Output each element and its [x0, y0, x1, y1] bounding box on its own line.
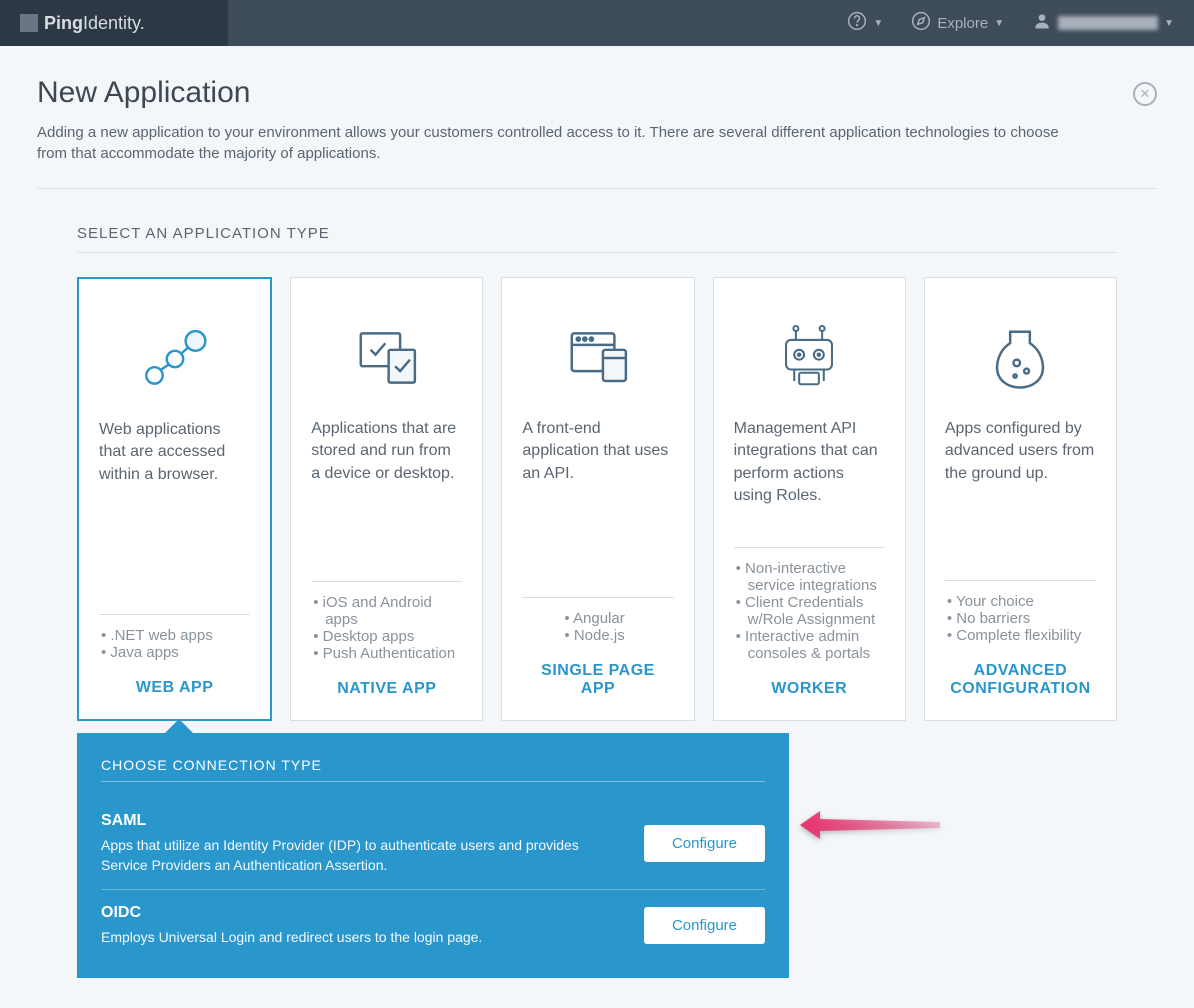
divider: [945, 580, 1096, 581]
close-button[interactable]: ✕: [1133, 82, 1157, 106]
configure-saml-button[interactable]: Configure: [644, 825, 765, 862]
help-menu[interactable]: ▼: [847, 11, 883, 35]
card-web-app[interactable]: Web applications that are accessed withi…: [77, 277, 272, 721]
card-bullets: Angular Node.js: [522, 610, 673, 644]
worker-icon: [734, 298, 885, 418]
card-spa[interactable]: A front-end application that uses an API…: [501, 277, 694, 721]
user-menu[interactable]: ▼: [1032, 11, 1174, 35]
caret-down-icon: ▼: [994, 18, 1004, 29]
explore-menu[interactable]: Explore ▼: [911, 11, 1004, 35]
close-icon: ✕: [1140, 86, 1151, 102]
card-desc: Web applications that are accessed withi…: [99, 419, 250, 486]
caret-down-icon: ▼: [873, 18, 883, 29]
panel-header: New Application Adding a new application…: [37, 76, 1157, 189]
bullet: Angular: [576, 610, 673, 627]
card-label: ADVANCED CONFIGURATION: [945, 662, 1096, 698]
bullet: Complete flexibility: [959, 627, 1096, 644]
section-label: SELECT AN APPLICATION TYPE: [77, 225, 1117, 253]
user-name-redacted: [1058, 16, 1158, 30]
bullet: Desktop apps: [325, 628, 462, 645]
connection-title: CHOOSE CONNECTION TYPE: [101, 757, 765, 782]
card-label: SINGLE PAGE APP: [522, 662, 673, 698]
card-desc: A front-end application that uses an API…: [522, 418, 673, 485]
explore-label: Explore: [937, 15, 988, 32]
logo-text: PingIdentity.: [44, 13, 145, 34]
annotation-arrow-icon: [795, 805, 945, 845]
connection-row-saml: SAML Apps that utilize an Identity Provi…: [101, 798, 765, 890]
bullet: Non-interactive service integrations: [748, 560, 885, 594]
divider: [522, 597, 673, 598]
divider: [99, 614, 250, 615]
bullet: iOS and Android apps: [325, 594, 462, 628]
bullet: Node.js: [576, 627, 673, 644]
card-label: WEB APP: [99, 679, 250, 697]
connection-pointer-arrow: [165, 719, 193, 733]
bullet: .NET web apps: [113, 627, 250, 644]
caret-down-icon: ▼: [1164, 18, 1174, 29]
card-desc: Apps configured by advanced users from t…: [945, 418, 1096, 485]
divider: [311, 581, 462, 582]
connection-desc: Employs Universal Login and redirect use…: [101, 928, 482, 948]
logo[interactable]: PingIdentity.: [0, 0, 228, 46]
page-subtitle: Adding a new application to your environ…: [37, 122, 1067, 164]
user-icon: [1032, 11, 1052, 35]
web-app-icon: [99, 299, 250, 419]
card-bullets: Non-interactive service integrations Cli…: [734, 560, 885, 662]
compass-icon: [911, 11, 931, 35]
connection-name: SAML: [101, 812, 624, 830]
card-bullets: .NET web apps Java apps: [99, 627, 250, 661]
spa-icon: [522, 298, 673, 418]
advanced-icon: [945, 298, 1096, 418]
card-label: NATIVE APP: [311, 680, 462, 698]
bullet: Client Credentials w/Role Assignment: [748, 594, 885, 628]
connection-desc: Apps that utilize an Identity Provider (…: [101, 836, 624, 875]
bullet: Push Authentication: [325, 645, 462, 662]
card-desc: Management API integrations that can per…: [734, 418, 885, 508]
page-title: New Application: [37, 76, 1157, 110]
connection-name: OIDC: [101, 904, 482, 922]
native-app-icon: [311, 298, 462, 418]
card-advanced[interactable]: Apps configured by advanced users from t…: [924, 277, 1117, 721]
bullet: Interactive admin consoles & portals: [748, 628, 885, 662]
card-desc: Applications that are stored and run fro…: [311, 418, 462, 485]
card-native-app[interactable]: Applications that are stored and run fro…: [290, 277, 483, 721]
divider: [734, 547, 885, 548]
app-type-cards: Web applications that are accessed withi…: [77, 277, 1117, 721]
bullet: Your choice: [959, 593, 1096, 610]
top-navbar: PingIdentity. ▼ Explore ▼ ▼: [0, 0, 1194, 46]
card-label: WORKER: [734, 680, 885, 698]
card-bullets: iOS and Android apps Desktop apps Push A…: [311, 594, 462, 662]
configure-oidc-button[interactable]: Configure: [644, 907, 765, 944]
ping-logo-icon: [20, 14, 38, 32]
bullet: Java apps: [113, 644, 250, 661]
connection-type-panel: CHOOSE CONNECTION TYPE SAML Apps that ut…: [77, 733, 789, 978]
connection-row-oidc: OIDC Employs Universal Login and redirec…: [101, 890, 765, 954]
help-icon: [847, 11, 867, 35]
bullet: No barriers: [959, 610, 1096, 627]
card-worker[interactable]: Management API integrations that can per…: [713, 277, 906, 721]
card-bullets: Your choice No barriers Complete flexibi…: [945, 593, 1096, 644]
